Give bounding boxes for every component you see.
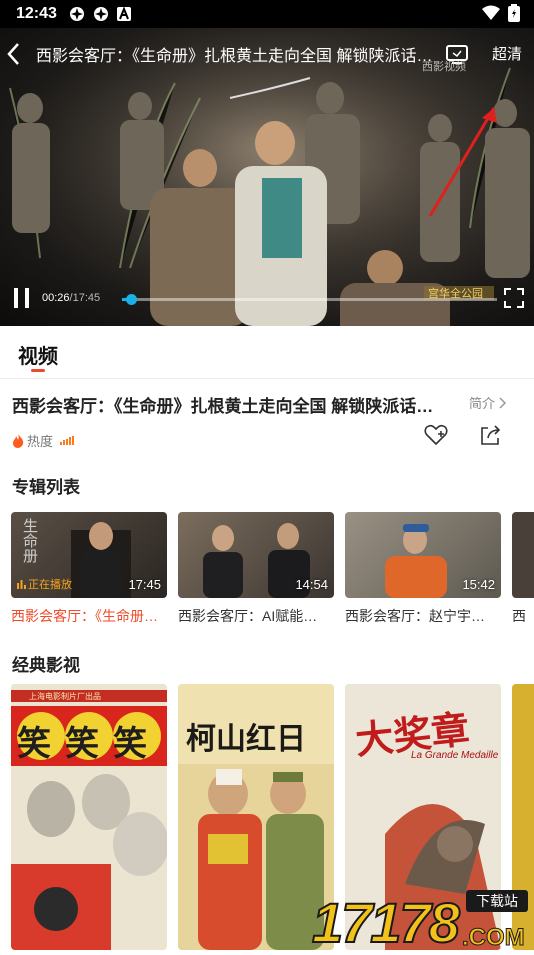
video-title: 西影会客厅：《生命册》扎根黄土走向全国 解锁陕派话剧密码 (12, 397, 442, 416)
tab-indicator (31, 369, 45, 372)
watermark-main: 17178 (311, 890, 461, 955)
poster-top-text: 上海电影制片厂出品 (29, 692, 101, 701)
equalizer-icon (17, 579, 26, 589)
album-thumbnail (512, 512, 534, 598)
poster-card[interactable]: 柯山红日 (178, 684, 334, 950)
album-thumbnail: 15:42 (345, 512, 501, 598)
font-a-icon (116, 7, 131, 21)
watermark-sub: .COM (462, 924, 526, 952)
heat-label: 热度 (27, 434, 54, 449)
app-notification-icon-2 (93, 7, 108, 21)
album-thumbnail: 生命册 正在播放 17:45 (11, 512, 167, 598)
intro-label: 简介 (469, 396, 496, 411)
app-notification-icon (69, 7, 84, 21)
total-time: 17:45 (72, 292, 101, 304)
quality-button[interactable]: 超清 (492, 43, 522, 64)
album-thumbnail: 14:54 (178, 512, 334, 598)
album-item[interactable]: 15:42 西影会客厅：赵宁宇教授 (345, 512, 501, 626)
poster-title: 柯山红日 (186, 722, 306, 757)
poster-card[interactable]: 上海电影制片厂出品 笑笑笑 (11, 684, 167, 950)
album-item[interactable]: 生命册 正在播放 17:45 西影会客厅：《生命册》扎根黄土走向全国 (11, 512, 167, 626)
player-title: 西影会客厅：《生命册》扎根黄土走向全国 解锁陕派话剧密码 (36, 48, 446, 65)
pause-icon[interactable] (12, 286, 32, 310)
favorite-icon[interactable] (424, 424, 448, 446)
tab-bar: 视频 (0, 326, 534, 379)
album-section-title: 专辑列表 (12, 478, 80, 497)
album-list: 生命册 正在播放 17:45 西影会客厅：《生命册》扎根黄土走向全国 14:54… (11, 512, 534, 632)
heat-indicator: 热度 (12, 431, 75, 450)
progress-knob[interactable] (126, 294, 138, 305)
now-playing-label: 正在播放 (28, 579, 72, 591)
time-display: 00:26/17:45 (42, 292, 101, 304)
player-top-bar: 西影会客厅：《生命册》扎根黄土走向全国 解锁陕派话剧密码 西影视频 超清 (0, 28, 534, 80)
album-item[interactable]: 14:54 西影会客厅：AI赋能电影产业 (178, 512, 334, 626)
share-icon[interactable] (480, 424, 502, 446)
poster-subtitle: La Grande Medaille (411, 750, 499, 761)
fire-icon (13, 433, 24, 448)
player-logo: 西影视频 (422, 61, 466, 73)
status-bar: 12:43 (0, 0, 534, 28)
classics-section-title: 经典影视 (12, 656, 80, 675)
heat-bars (60, 436, 75, 445)
album-duration: 15:42 (462, 577, 495, 592)
now-playing-badge: 正在播放 (17, 576, 72, 592)
player-controls: 00:26/17:45 (0, 276, 534, 326)
video-player[interactable]: 宫华全公园 西影会客厅：《生命册》扎根黄土走向全国 解锁陕派话剧密码 西影视频 … (0, 28, 534, 326)
fullscreen-icon[interactable] (504, 288, 524, 308)
progress-bar[interactable] (122, 294, 497, 305)
album-duration: 14:54 (295, 577, 328, 592)
site-watermark: 17178 .COM 下载站 (311, 880, 534, 955)
thumb-calligraphy: 生命册 (21, 518, 38, 563)
watermark-badge: 下载站 (466, 890, 528, 912)
tab-video[interactable]: 视频 (18, 340, 58, 369)
wifi-icon (482, 5, 500, 20)
status-time: 12:43 (16, 5, 57, 22)
current-time: 00:26 (42, 292, 70, 304)
album-caption: 西影会客厅：《生命册》扎根黄土走向全国 (11, 608, 161, 624)
intro-link[interactable]: 简介 (469, 393, 507, 412)
album-caption: 西 (512, 608, 526, 624)
album-caption: 西影会客厅：赵宁宇教授 (345, 608, 495, 624)
poster-title: 笑笑笑 (17, 724, 161, 764)
album-caption: 西影会客厅：AI赋能电影产业 (178, 608, 328, 624)
album-item[interactable]: 西 (512, 512, 534, 626)
back-arrow-icon[interactable] (6, 42, 22, 66)
battery-icon (508, 4, 520, 22)
album-duration: 17:45 (128, 577, 161, 592)
chevron-right-icon (499, 396, 507, 409)
